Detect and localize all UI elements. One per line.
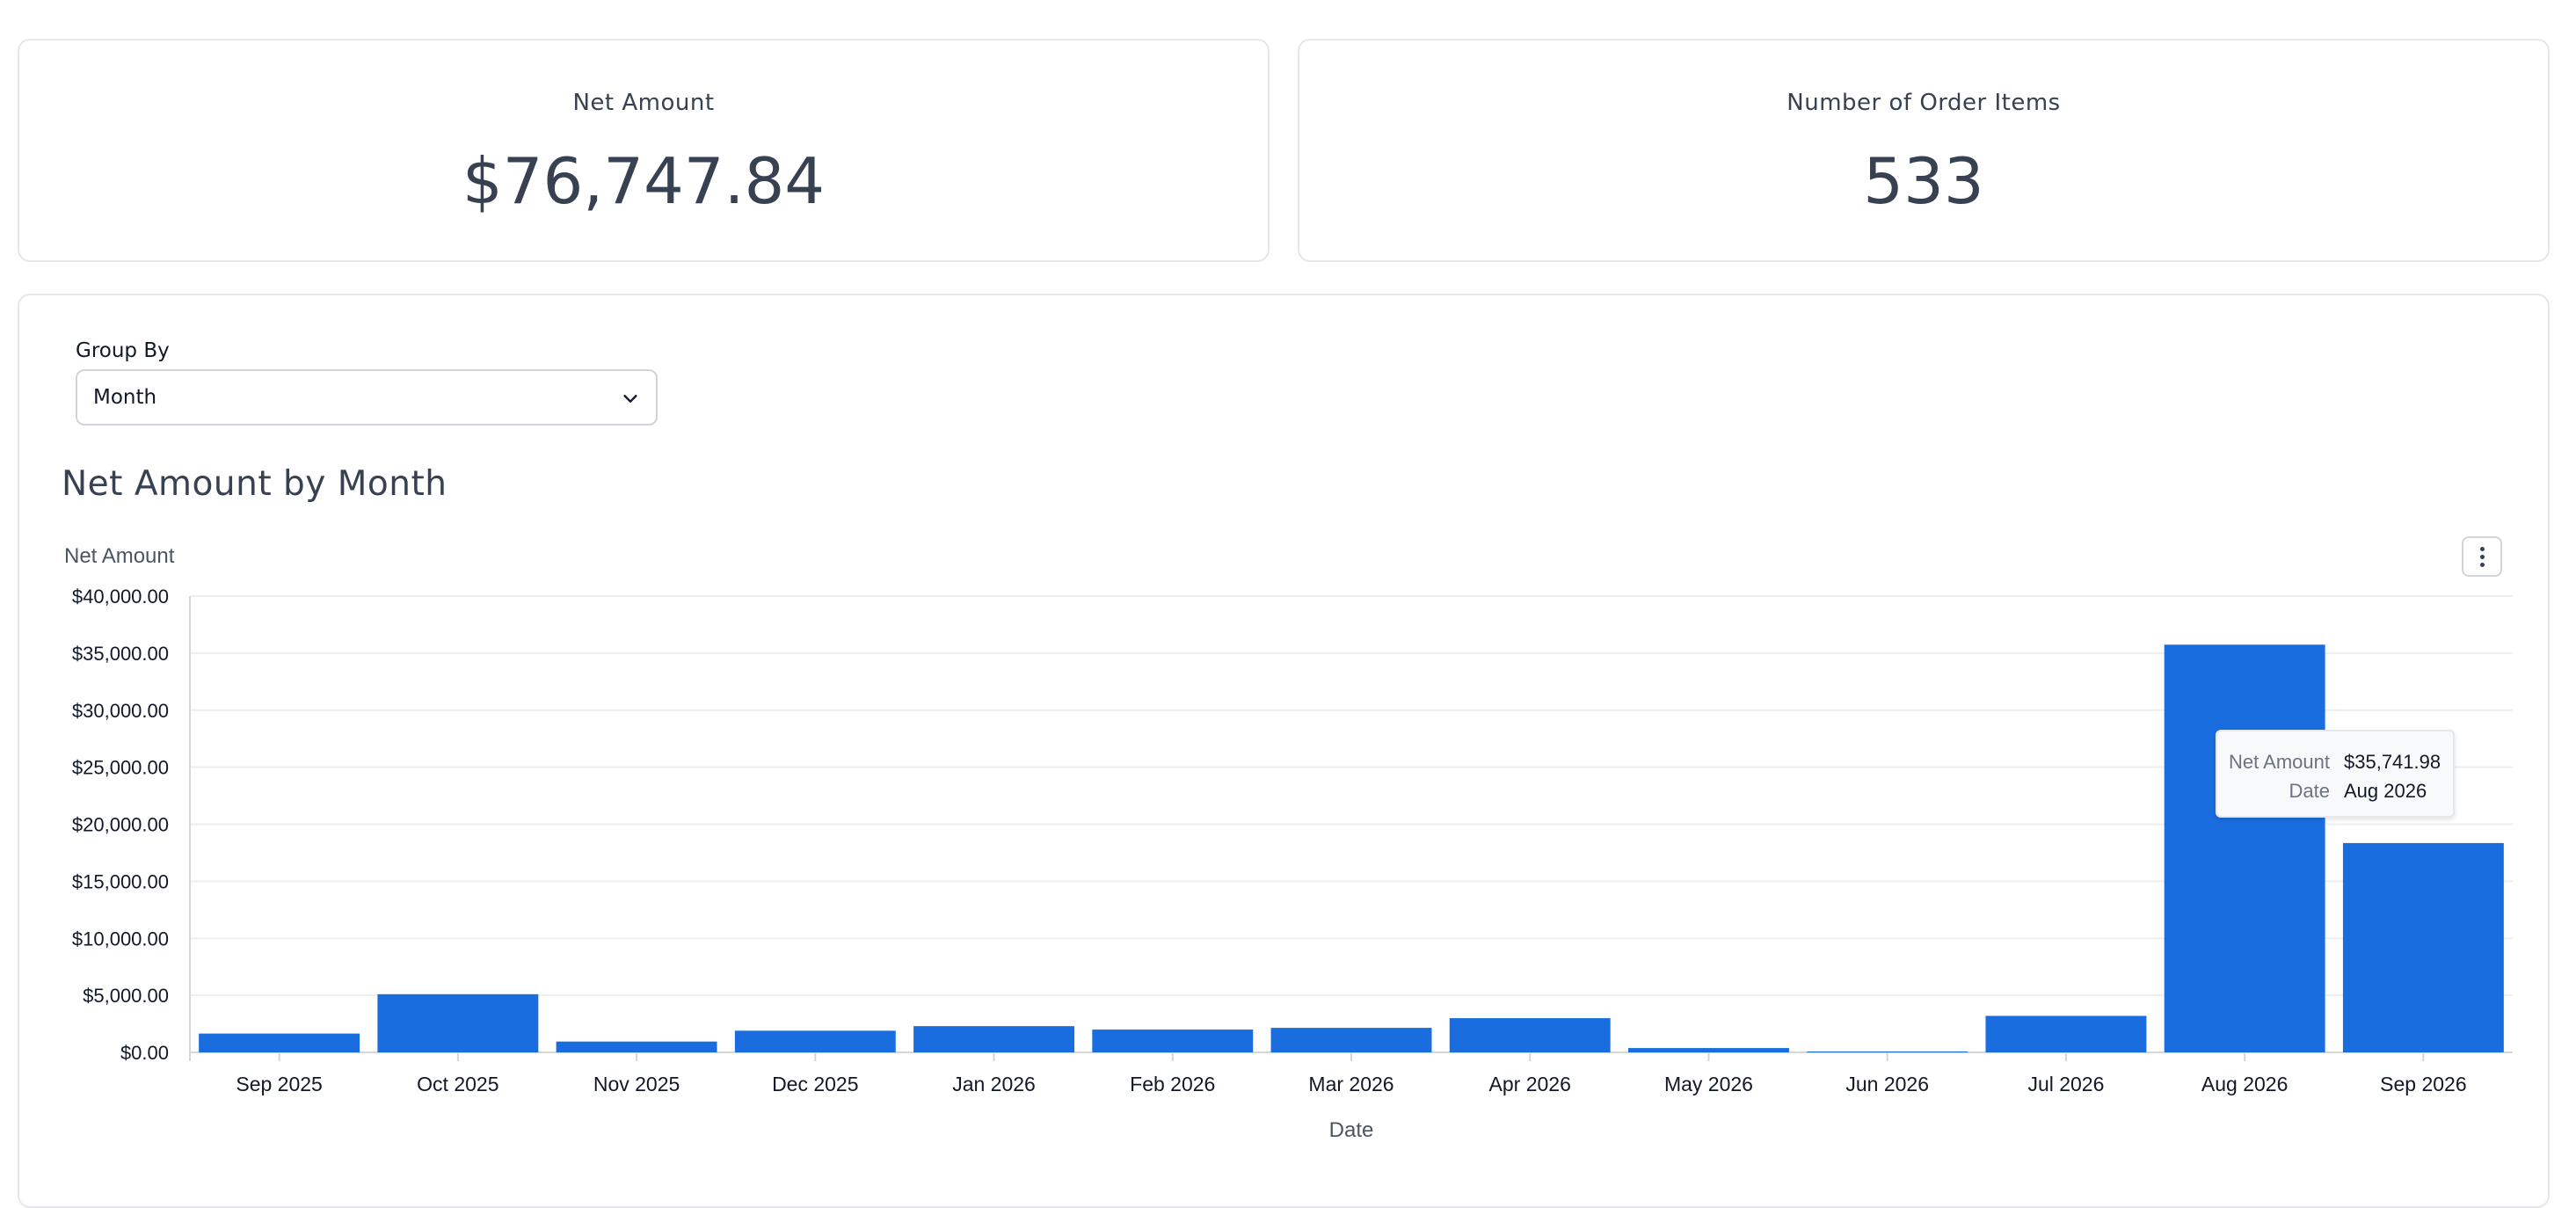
x-axis-title: Date [1329, 1118, 1374, 1142]
bar [913, 1026, 1074, 1052]
y-tick-label: $20,000.00 [72, 814, 169, 836]
x-tick-label: Mar 2026 [1308, 1073, 1394, 1095]
tooltip-date-label: Date [2289, 780, 2330, 802]
x-tick-label: Aug 2026 [2201, 1073, 2288, 1095]
y-tick-label: $0.00 [120, 1042, 169, 1064]
x-tick-label: Sep 2026 [2380, 1073, 2466, 1095]
bar [1270, 1028, 1432, 1052]
y-tick-label: $5,000.00 [83, 985, 169, 1007]
x-tick-label: Dec 2025 [772, 1073, 858, 1095]
bar [734, 1030, 896, 1052]
bar [1092, 1030, 1254, 1052]
tooltip-series-label: Net Amount [2229, 751, 2330, 773]
x-tick-label: Feb 2026 [1130, 1073, 1215, 1095]
bar [1628, 1048, 1789, 1052]
tooltip-series-value: $35,741.98 [2344, 751, 2441, 773]
x-tick-label: Jul 2026 [2027, 1073, 2104, 1095]
y-tick-label: $15,000.00 [72, 870, 169, 892]
y-tick-label: $40,000.00 [72, 586, 169, 608]
bar-chart: $0.00 $5,000.00 $10,000.00 $15,000.00 $20,00… [64, 544, 2513, 1142]
tooltip-date-value: Aug 2026 [2344, 780, 2427, 802]
bar [1449, 1018, 1611, 1052]
bar [2342, 842, 2504, 1052]
y-tick-label: $25,000.00 [72, 757, 169, 779]
x-tick-label: Nov 2025 [593, 1073, 680, 1095]
x-tick-label: May 2026 [1664, 1073, 1753, 1095]
x-tick-label: Apr 2026 [1489, 1073, 1571, 1095]
bar [2164, 644, 2325, 1052]
y-axis-title: Net Amount [64, 544, 175, 568]
chart-tooltip: Net Amount $35,741.98 Date Aug 2026 [2216, 730, 2455, 818]
x-tick-label: Jan 2026 [952, 1073, 1036, 1095]
bar [377, 993, 539, 1052]
bar [1985, 1015, 2147, 1052]
y-tick-label: $10,000.00 [72, 928, 169, 950]
x-tick-label: Sep 2025 [236, 1073, 322, 1095]
y-tick-label: $30,000.00 [72, 700, 169, 722]
bar [556, 1041, 717, 1052]
bar [199, 1033, 360, 1052]
y-tick-label: $35,000.00 [72, 643, 169, 665]
x-tick-label: Jun 2026 [1845, 1073, 1929, 1095]
x-tick-label: Oct 2025 [417, 1073, 498, 1095]
